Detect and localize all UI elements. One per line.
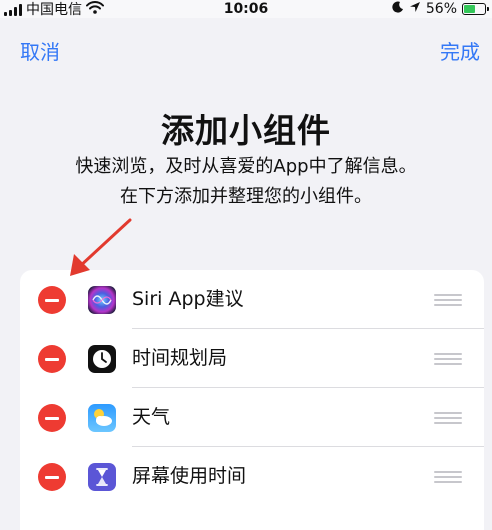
- subtitle-line-1: 快速浏览，及时从喜爱的App中了解信息。: [75, 156, 417, 177]
- battery-percent: 56%: [425, 1, 457, 17]
- siri-icon: [88, 286, 116, 314]
- remove-button[interactable]: [38, 286, 66, 314]
- done-button[interactable]: 完成: [440, 36, 480, 65]
- clock-icon: [88, 345, 116, 373]
- subtitle-line-2: 在下方添加并整理您的小组件。: [120, 186, 372, 207]
- remove-button[interactable]: [38, 345, 66, 373]
- battery-icon: [462, 3, 489, 15]
- list-item-clock: 时间规划局: [20, 329, 484, 388]
- moon-icon: [392, 1, 404, 17]
- weather-icon: [88, 404, 116, 432]
- remove-button[interactable]: [38, 463, 66, 491]
- list-item-label: 天气: [132, 406, 171, 428]
- page-subtitle: 快速浏览，及时从喜爱的App中了解信息。 在下方添加并整理您的小组件。: [0, 152, 492, 212]
- list-item-screentime: 屏幕使用时间: [20, 447, 484, 506]
- reorder-handle-icon[interactable]: [434, 410, 462, 426]
- remove-button[interactable]: [38, 404, 66, 432]
- list-item-label: Siri App建议: [132, 288, 244, 310]
- reorder-handle-icon[interactable]: [434, 351, 462, 367]
- annotation-arrow-icon: [70, 218, 132, 276]
- widget-list: Siri App建议 时间规划局 天气 屏幕使用时间: [20, 270, 484, 530]
- location-icon: [409, 1, 421, 17]
- reorder-handle-icon[interactable]: [434, 469, 462, 485]
- page-title: 添加小组件: [161, 111, 331, 150]
- cancel-button[interactable]: 取消: [20, 36, 60, 65]
- list-item-label: 屏幕使用时间: [132, 465, 247, 487]
- list-item-label: 时间规划局: [132, 347, 228, 369]
- hourglass-icon: [88, 463, 116, 491]
- status-bar: 中国电信 10:06 56%: [0, 0, 492, 18]
- list-item-weather: 天气: [20, 388, 484, 447]
- reorder-handle-icon[interactable]: [434, 292, 462, 308]
